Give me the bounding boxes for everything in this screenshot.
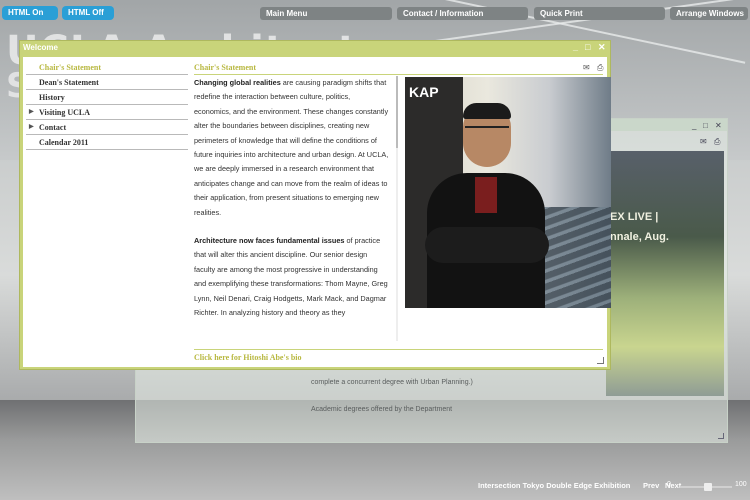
poster-text: KAP: [409, 84, 439, 100]
nav-item-label: Chair's Statement: [39, 63, 101, 72]
contact-information-button[interactable]: Contact / Information: [397, 7, 528, 20]
quick-print-button[interactable]: Quick Print: [534, 7, 665, 20]
bio-link[interactable]: Click here for Hitoshi Abe's bio: [194, 353, 302, 362]
prev-button[interactable]: Prev: [643, 481, 659, 490]
nav-item-visiting-ucla[interactable]: ▶ Visiting UCLA: [26, 105, 188, 120]
nav-item-history[interactable]: History: [26, 90, 188, 105]
nav-item-contact[interactable]: ▶ Contact: [26, 120, 188, 135]
resize-handle[interactable]: [597, 357, 604, 364]
nav-item-label: Dean's Statement: [39, 78, 99, 87]
html-off-button[interactable]: HTML Off: [62, 6, 114, 20]
paragraph-lead: Changing global realities: [194, 78, 281, 87]
resize-handle[interactable]: [718, 433, 724, 439]
person-glasses: [465, 126, 509, 134]
window-body: Chair's Statement Dean's Statement Histo…: [23, 57, 611, 367]
image-caption-line2: nnale, Aug.: [610, 231, 669, 243]
expand-arrow-icon: ▶: [29, 124, 34, 130]
nav-item-label: History: [39, 93, 65, 102]
html-on-button[interactable]: HTML On: [2, 6, 58, 20]
close-icon[interactable]: ✕: [598, 42, 606, 53]
print-icon[interactable]: ⎙: [597, 63, 603, 73]
slider-min-label: 0: [667, 481, 671, 488]
welcome-window[interactable]: Welcome _ □ ✕ Chair's Statement Dean's S…: [19, 40, 611, 370]
nav-item-label: Visiting UCLA: [39, 108, 91, 117]
main-menu-button[interactable]: Main Menu: [260, 7, 392, 20]
image-caption-line1: EX LIVE |: [610, 211, 659, 223]
person-hair: [463, 103, 511, 119]
statement-text[interactable]: Changing global realities are causing pa…: [194, 76, 389, 342]
paragraph-lead: Architecture now faces fundamental issue…: [194, 236, 345, 246]
chair-portrait-photo: KAP: [405, 77, 611, 308]
minimize-icon[interactable]: _: [573, 42, 578, 52]
divider: [194, 74, 603, 75]
slider-max-label: 100: [735, 481, 747, 488]
close-icon[interactable]: ✕: [715, 121, 722, 130]
paragraph: Architecture now faces fundamental issue…: [194, 234, 389, 320]
maximize-icon[interactable]: □: [585, 42, 590, 52]
nav-item-chairs-statement[interactable]: Chair's Statement: [26, 60, 188, 75]
window-title: Welcome: [23, 43, 58, 52]
person-arms: [425, 227, 549, 263]
arrange-windows-button[interactable]: Arrange Windows: [670, 7, 748, 20]
background-window-text: Academic degrees offered by the Departme…: [311, 406, 453, 413]
email-icon[interactable]: ✉: [583, 63, 590, 72]
paragraph-body: are causing paradigm shifts that redefin…: [194, 78, 389, 217]
expand-arrow-icon: ▶: [29, 109, 34, 115]
email-icon[interactable]: ✉: [700, 137, 707, 146]
minimize-icon[interactable]: _: [692, 121, 696, 130]
exhibition-image: EX LIVE | nnale, Aug.: [606, 151, 724, 396]
divider: [194, 349, 603, 350]
nav-item-label: Calendar 2011: [39, 138, 89, 147]
scrollbar-thumb[interactable]: [396, 76, 398, 148]
nav-item-deans-statement[interactable]: Dean's Statement: [26, 75, 188, 90]
paragraph-body: of practice that will alter this ancient…: [194, 236, 388, 318]
nav-item-label: Contact: [39, 123, 67, 132]
paragraph: Changing global realities are causing pa…: [194, 76, 389, 220]
slider-thumb[interactable]: [704, 483, 712, 491]
background-window-text: complete a concurrent degree with Urban …: [311, 379, 473, 386]
exhibition-caption: Intersection Tokyo Double Edge Exhibitio…: [478, 481, 631, 490]
sidebar-nav: Chair's Statement Dean's Statement Histo…: [26, 60, 188, 150]
print-icon[interactable]: ⎙: [714, 137, 720, 147]
maximize-icon[interactable]: □: [703, 121, 708, 130]
person-shirt: [475, 177, 497, 213]
content-heading: Chair's Statement: [194, 63, 256, 72]
nav-item-calendar[interactable]: Calendar 2011: [26, 135, 188, 150]
